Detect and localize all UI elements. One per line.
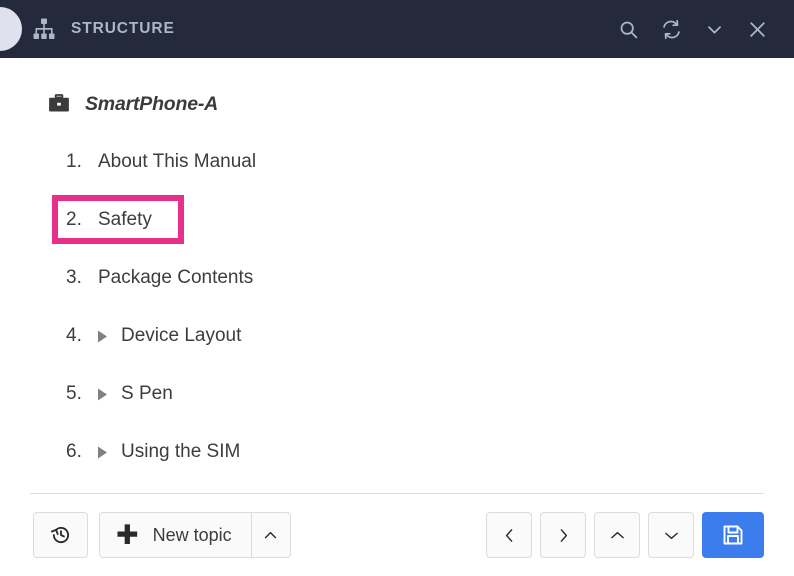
list-item[interactable]: 3. Package Contents — [0, 249, 794, 307]
new-topic-label: New topic — [152, 524, 232, 545]
footer-right-actions — [486, 512, 764, 558]
root-node[interactable]: SmartPhone-A — [48, 89, 794, 119]
history-button[interactable] — [33, 512, 88, 558]
close-icon[interactable] — [742, 14, 772, 44]
briefcase-icon — [48, 93, 70, 115]
expand-triangle-icon[interactable] — [96, 445, 109, 459]
chevron-up-icon — [262, 527, 279, 544]
topic-number: 4. — [66, 325, 82, 346]
list-item[interactable]: 5. S Pen — [0, 365, 794, 423]
topic-label: Package Contents — [98, 267, 254, 288]
expand-triangle-icon[interactable] — [96, 387, 109, 401]
topic-label: S Pen — [121, 383, 173, 404]
chevron-down-icon[interactable] — [699, 14, 729, 44]
new-topic-split-button: ✚ New topic — [99, 512, 291, 558]
topic-label: About This Manual — [98, 151, 257, 172]
page-title: STRUCTURE — [71, 20, 175, 37]
nav-up-button[interactable] — [594, 512, 640, 558]
topic-label: Using the SIM — [121, 441, 241, 462]
chevron-down-icon — [663, 527, 680, 544]
topic-label: Safety — [98, 209, 152, 230]
nav-down-button[interactable] — [648, 512, 694, 558]
user-avatar-circle[interactable] — [0, 7, 22, 51]
chevron-up-icon — [609, 527, 626, 544]
header-brand: STRUCTURE — [32, 17, 175, 41]
app-header: STRUCTURE — [0, 0, 794, 58]
topic-number: 1. — [66, 151, 82, 172]
chevron-left-icon — [501, 527, 518, 544]
list-item[interactable]: 2. Safety — [0, 191, 794, 249]
list-item[interactable]: 6. Using the SIM — [0, 423, 794, 481]
topic-number: 3. — [66, 267, 82, 288]
structure-tree-panel: SmartPhone-A 1. About This Manual 2. Saf… — [0, 58, 794, 493]
root-node-label: SmartPhone-A — [85, 92, 219, 115]
footer-left-actions: ✚ New topic — [33, 512, 291, 558]
topic-number: 5. — [66, 383, 82, 404]
list-item[interactable]: 1. About This Manual — [0, 133, 794, 191]
nav-left-button[interactable] — [486, 512, 532, 558]
footer-toolbar: ✚ New topic — [0, 494, 794, 576]
topic-number: 2. — [66, 209, 82, 230]
header-actions — [613, 0, 772, 58]
expand-triangle-icon[interactable] — [96, 329, 109, 343]
list-item[interactable]: 4. Device Layout — [0, 307, 794, 365]
floppy-disk-icon — [721, 523, 745, 547]
topic-number: 6. — [66, 441, 82, 462]
new-topic-dropdown-button[interactable] — [250, 512, 291, 558]
save-button[interactable] — [702, 512, 764, 558]
plus-icon: ✚ — [116, 519, 139, 550]
chevron-right-icon — [555, 527, 572, 544]
search-icon[interactable] — [613, 14, 643, 44]
new-topic-button[interactable]: ✚ New topic — [99, 512, 251, 558]
refresh-icon[interactable] — [656, 14, 686, 44]
nav-right-button[interactable] — [540, 512, 586, 558]
topic-list: 1. About This Manual 2. Safety 3. Packag… — [0, 133, 794, 481]
topic-label: Device Layout — [121, 325, 242, 346]
history-icon — [50, 524, 72, 546]
structure-hierarchy-icon — [32, 17, 56, 41]
